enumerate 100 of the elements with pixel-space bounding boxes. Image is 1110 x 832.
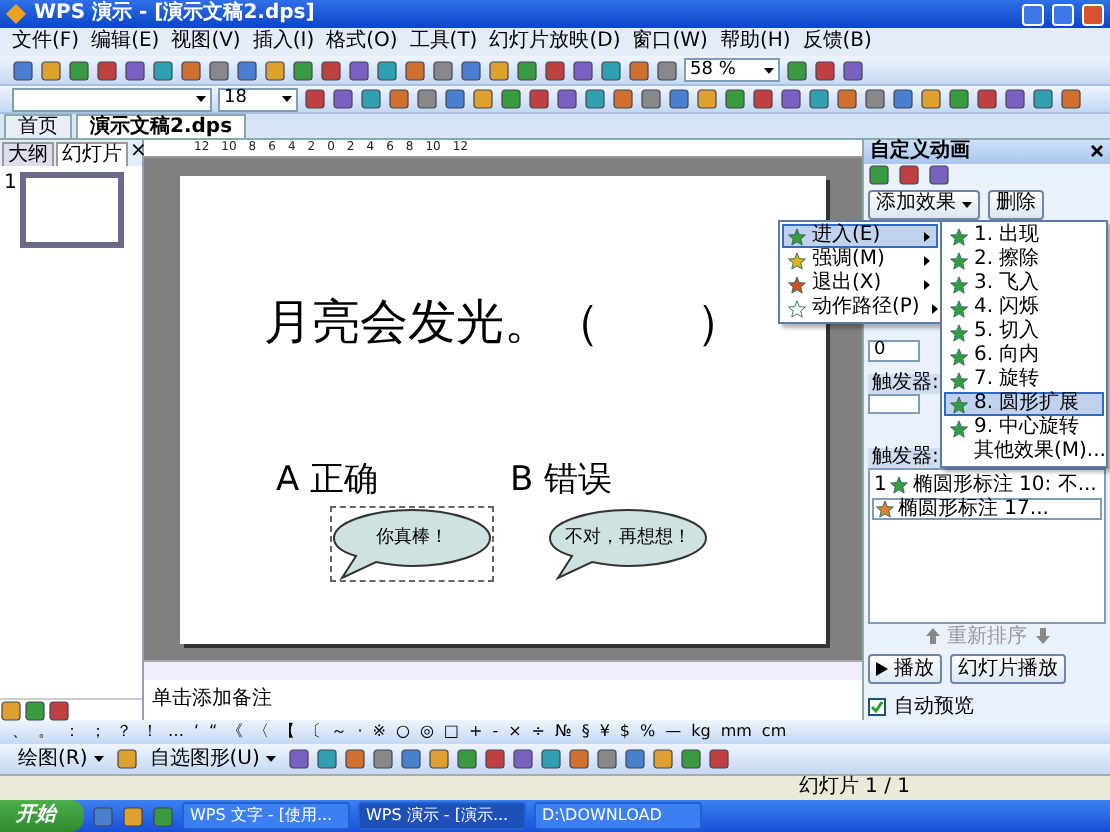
menu-item[interactable]: 动作路径(P) [782,296,938,320]
document-tab[interactable]: 首页 [4,114,72,138]
toolbar-icon[interactable] [628,59,650,81]
toolbar-icon[interactable] [868,164,890,187]
font-name-field[interactable] [12,87,212,111]
toolbar-icon[interactable] [544,59,566,81]
add-effect-button[interactable]: 添加效果 [868,189,980,220]
symbol-key[interactable]: % [640,724,656,740]
symbol-key[interactable]: ～ [331,724,348,740]
menu-item[interactable]: 5. 切入 [944,320,1104,344]
toolbar-icon[interactable] [595,748,618,770]
zoom-field[interactable]: 58 % [684,58,780,82]
toolbar-icon[interactable] [332,88,354,110]
toolbar-icon[interactable] [656,59,678,81]
menu-item[interactable]: 插入(I) [252,32,315,52]
toolbar-icon[interactable] [124,59,146,81]
toolbar-icon[interactable] [500,88,522,110]
symbol-key[interactable]: 〈 [253,724,270,740]
animation-list-item[interactable]: 椭圆形标注 17... [872,498,1102,521]
toolbar-icon[interactable] [696,88,718,110]
toolbar-icon[interactable] [892,88,914,110]
menu-item[interactable]: 帮助(H) [719,32,791,52]
menu-item[interactable]: 8. 圆形扩展 [944,392,1104,416]
toolbar-icon[interactable] [444,88,466,110]
toolbar-icon[interactable] [928,164,950,187]
speed-field[interactable]: 0 [868,339,920,362]
symbol-key[interactable]: ◎ [419,724,434,740]
down-arrow-icon[interactable] [1035,628,1049,644]
close-button[interactable] [1082,3,1104,25]
toolbar-icon[interactable] [399,748,422,770]
symbol-key[interactable]: ！ [142,724,158,740]
taskbar-button[interactable]: WPS 文字 - [使用... [182,802,350,830]
toolbar-icon[interactable] [528,88,550,110]
toolbar-icon[interactable] [1060,88,1082,110]
menu-item[interactable]: 文件(F) [12,32,80,52]
toolbar-icon[interactable] [567,748,590,770]
toolbar-icon[interactable] [752,88,774,110]
toolbar-icon[interactable] [488,59,510,81]
toolbar-icon[interactable] [836,88,858,110]
menu-item[interactable]: 6. 向内 [944,344,1104,368]
symbol-key[interactable]: ¥ [599,724,610,740]
symbol-key[interactable]: · [357,724,363,740]
panel-tab[interactable]: 幻灯片 [56,142,128,166]
symbol-key[interactable]: ※ [372,724,386,740]
toolbar-icon[interactable] [416,88,438,110]
toolbar-icon[interactable] [388,88,410,110]
menu-item[interactable]: 窗口(W) [632,32,708,52]
toolbar-icon[interactable] [348,59,370,81]
toolbar-icon[interactable] [343,748,366,770]
close-icon[interactable] [1090,144,1104,159]
toolbar-icon[interactable] [808,88,830,110]
toolbar-icon[interactable] [236,59,258,81]
speech-callout[interactable]: 不对，再想想！ [548,507,708,579]
toolbar-icon[interactable] [556,88,578,110]
menu-item[interactable]: 1. 出现 [944,224,1104,248]
toolbar-icon[interactable] [432,59,454,81]
toolbar-icon[interactable] [404,59,426,81]
remove-button[interactable]: 删除 [988,189,1044,220]
horizontal-scrollbar[interactable] [144,660,862,680]
minimize-button[interactable] [1022,3,1044,25]
toolbar-icon[interactable] [472,88,494,110]
trigger-field[interactable] [868,393,920,415]
toolbar-icon[interactable] [898,164,920,187]
symbol-key[interactable]: cm [761,724,787,740]
font-size-field[interactable]: 18 [218,87,298,111]
toolbar-icon[interactable] [208,59,230,81]
toolbar-icon[interactable] [668,88,690,110]
toolbar-icon[interactable] [948,88,970,110]
menu-item[interactable]: 反馈(B) [802,32,872,52]
toolbar-icon[interactable] [264,59,286,81]
toolbar-icon[interactable] [40,59,62,81]
taskbar-button[interactable]: D:\DOWNLOAD [534,802,702,830]
toolbar-icon[interactable] [511,748,534,770]
close-icon[interactable]: × [130,140,147,162]
toolbar-icon[interactable] [376,59,398,81]
toolbar-icon[interactable] [371,748,394,770]
toolbar-icon[interactable] [360,88,382,110]
toolbar-icon[interactable] [814,59,836,81]
symbol-key[interactable]: 。 [38,724,54,740]
toolbar-icon[interactable] [920,88,942,110]
menu-item[interactable]: 进入(E) [782,224,938,248]
toolbar-icon[interactable] [180,59,202,81]
symbol-key[interactable]: 《 [227,724,244,740]
menu-item[interactable]: 格式(O) [326,32,398,52]
up-arrow-icon[interactable] [925,628,939,644]
menu-item[interactable]: 7. 旋转 [944,368,1104,392]
toolbar-icon[interactable] [0,699,22,721]
toolbar-icon[interactable] [460,59,482,81]
toolbar-icon[interactable] [96,59,118,81]
toolbar-icon[interactable] [786,59,808,81]
menu-item[interactable]: 3. 飞入 [944,272,1104,296]
toolbar-icon[interactable] [679,748,702,770]
maximize-button[interactable] [1052,3,1074,25]
toolbar-icon[interactable] [315,748,338,770]
menu-item[interactable]: 工具(T) [409,32,478,52]
toolbar-icon[interactable] [864,88,886,110]
symbol-key[interactable]: - [492,724,499,740]
symbol-key[interactable]: + [468,724,483,740]
toolbar-icon[interactable] [707,748,730,770]
toolbar-icon[interactable] [612,88,634,110]
